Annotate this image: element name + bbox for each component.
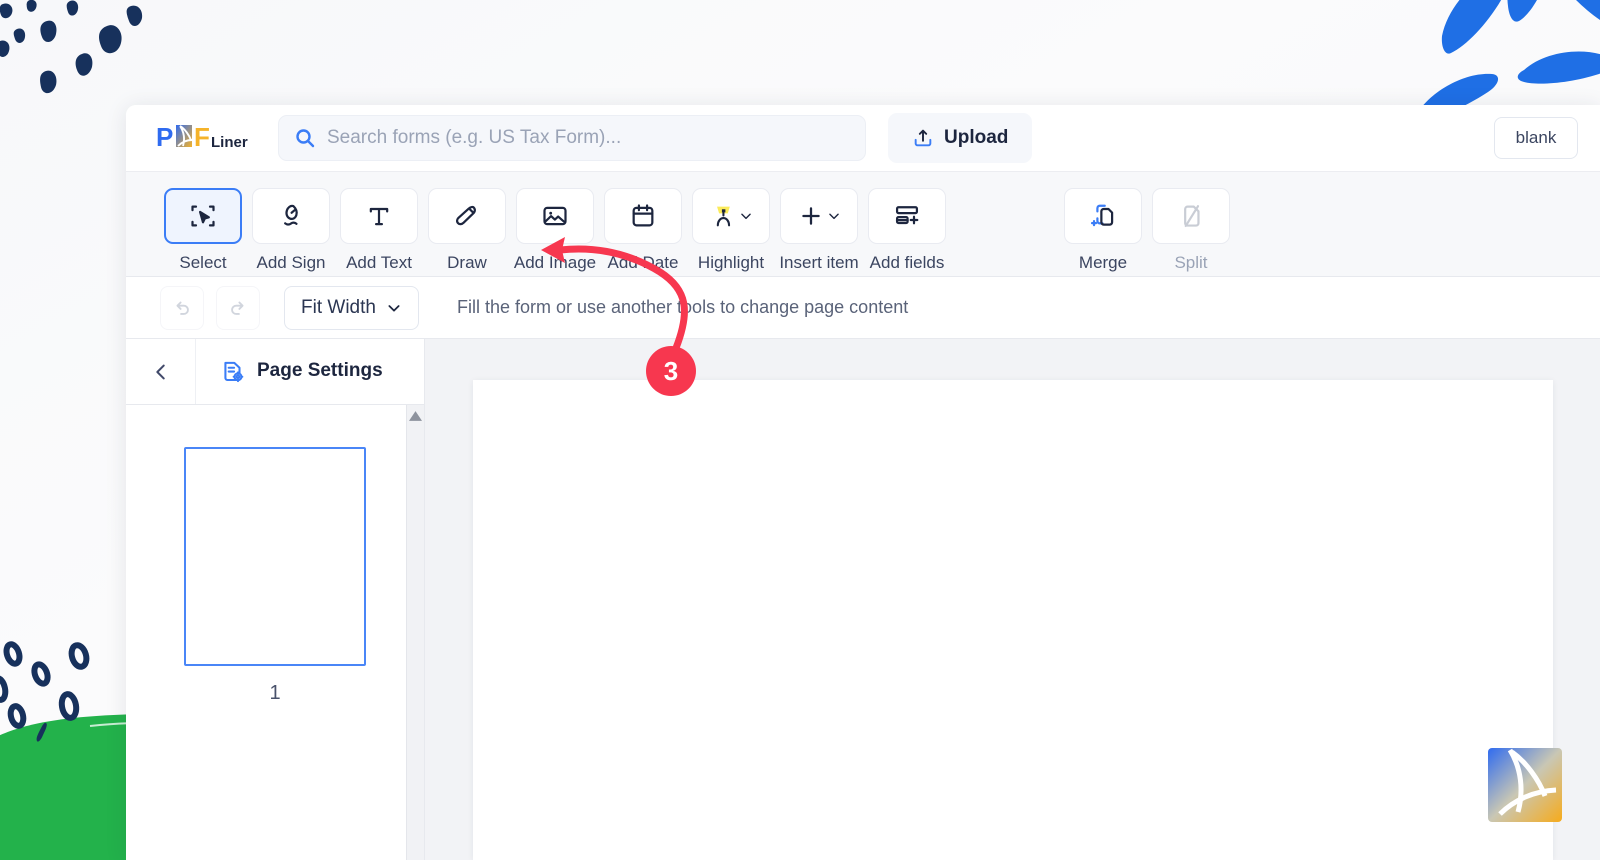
- redo-icon: [231, 301, 244, 315]
- svg-text:P: P: [156, 122, 173, 152]
- tool-merge[interactable]: Merge: [1064, 188, 1142, 273]
- text-t-icon: [340, 188, 418, 244]
- chevron-down-icon: [388, 304, 400, 312]
- pdfliner-watermark-badge: [1488, 748, 1562, 822]
- tool-merge-label: Merge: [1078, 253, 1128, 272]
- image-picture-icon: [516, 188, 594, 244]
- undo-button[interactable]: [160, 285, 204, 330]
- search-input[interactable]: [327, 127, 849, 149]
- zoom-level-select[interactable]: Fit Width: [284, 285, 419, 330]
- calendar-date-icon: [604, 188, 682, 244]
- tool-add-sign-label: Add Sign: [256, 253, 326, 272]
- tool-add-text[interactable]: Add Text: [340, 188, 418, 273]
- tool-add-date-label: Add Date: [607, 253, 679, 272]
- redo-button[interactable]: [216, 285, 260, 330]
- chevron-down-icon: [828, 213, 839, 220]
- undo-icon: [176, 301, 189, 315]
- split-page-icon: [1152, 188, 1230, 244]
- screen: P F Liner Search forms (e.g. US Tax Form…: [0, 0, 1600, 860]
- step-number-badge: 3: [646, 346, 696, 396]
- cursor-select-icon: [164, 188, 242, 244]
- page-thumbnails-pane: 1: [126, 405, 424, 860]
- tool-select[interactable]: Select: [164, 188, 242, 273]
- page-thumbnail-number: 1: [269, 682, 281, 704]
- tool-split[interactable]: Split: [1152, 188, 1230, 273]
- tool-draw-label: Draw: [447, 253, 487, 272]
- tab-page-settings-label: Page Settings: [257, 359, 383, 381]
- search-icon: [296, 129, 315, 148]
- document-name-button[interactable]: blank: [1494, 117, 1578, 159]
- tool-split-label: Split: [1174, 253, 1208, 272]
- tool-draw-text-label: Add Text: [346, 253, 412, 272]
- tool-draw[interactable]: Draw: [428, 188, 506, 273]
- document-page-1[interactable]: [472, 380, 1553, 860]
- upload-button[interactable]: Upload: [888, 113, 1033, 163]
- tool-insert-item-label: Insert item: [779, 253, 859, 272]
- tool-add-fields-label: Add fields: [869, 253, 945, 272]
- svg-text:F: F: [194, 122, 210, 152]
- page-thumbnail-1[interactable]: [184, 447, 366, 666]
- zoom-level-value: Fit Width: [301, 296, 376, 318]
- tool-highlight-label: Highlight: [697, 253, 765, 272]
- pdfliner-badge-icon: [1488, 748, 1562, 822]
- brush-draw-icon: [428, 188, 506, 244]
- editor-body: Page Settings 1: [126, 339, 1600, 860]
- tool-add-sign[interactable]: Add Sign: [252, 188, 330, 273]
- tool-add-date[interactable]: Add Date: [604, 188, 682, 273]
- merge-pages-icon: [1064, 188, 1142, 244]
- upload-button-label: Upload: [944, 127, 1009, 148]
- logo-liner-text: Liner: [211, 134, 248, 151]
- scroll-up-arrow-icon[interactable]: [409, 411, 422, 421]
- upload-icon: [914, 129, 932, 147]
- step-number-text: 3: [663, 355, 679, 386]
- document-canvas[interactable]: [425, 339, 1600, 860]
- tool-insert-item[interactable]: Insert item: [779, 188, 859, 273]
- pdfliner-logo-mark: P F Liner: [156, 122, 248, 152]
- tool-add-image-label: Add Image: [513, 253, 597, 272]
- sidebar-collapse-button[interactable]: [126, 339, 196, 404]
- tab-page-settings[interactable]: Page Settings: [196, 339, 424, 404]
- signature-pen-icon: [252, 188, 330, 244]
- chevron-left-icon: [155, 364, 165, 379]
- tools-toolbar: Select Add Sign Add Text Draw Add Image …: [126, 171, 1600, 277]
- tool-select-label: Select: [179, 253, 227, 272]
- tool-highlight[interactable]: Highlight: [692, 188, 770, 273]
- app-header: P F Liner Search forms (e.g. US Tax Form…: [126, 105, 1600, 171]
- page-settings-icon: [224, 361, 244, 382]
- pages-sidebar: Page Settings 1: [126, 339, 425, 860]
- highlighter-icon: [692, 188, 770, 244]
- search-bar[interactable]: [278, 115, 866, 161]
- sidebar-tab-row: Page Settings: [126, 339, 424, 405]
- tool-add-fields[interactable]: Add fields: [868, 188, 946, 273]
- hill-decoration-bottomleft: [0, 641, 140, 860]
- chevron-down-icon: [740, 213, 751, 220]
- view-hint-text: Fill the form or use another tools to ch…: [456, 297, 909, 317]
- confetti-decoration-topleft: [0, 0, 143, 94]
- plus-icon: [780, 188, 858, 244]
- pdf-editor-window: P F Liner Search forms (e.g. US Tax Form…: [126, 105, 1600, 860]
- thumbnails-scrollbar[interactable]: [406, 405, 424, 860]
- pdfliner-logo[interactable]: P F Liner: [156, 121, 256, 155]
- tool-add-image[interactable]: Add Image: [513, 188, 597, 273]
- form-fields-icon: [868, 188, 946, 244]
- view-toolbar: Fit Width Fill the form or use another t…: [126, 277, 1600, 339]
